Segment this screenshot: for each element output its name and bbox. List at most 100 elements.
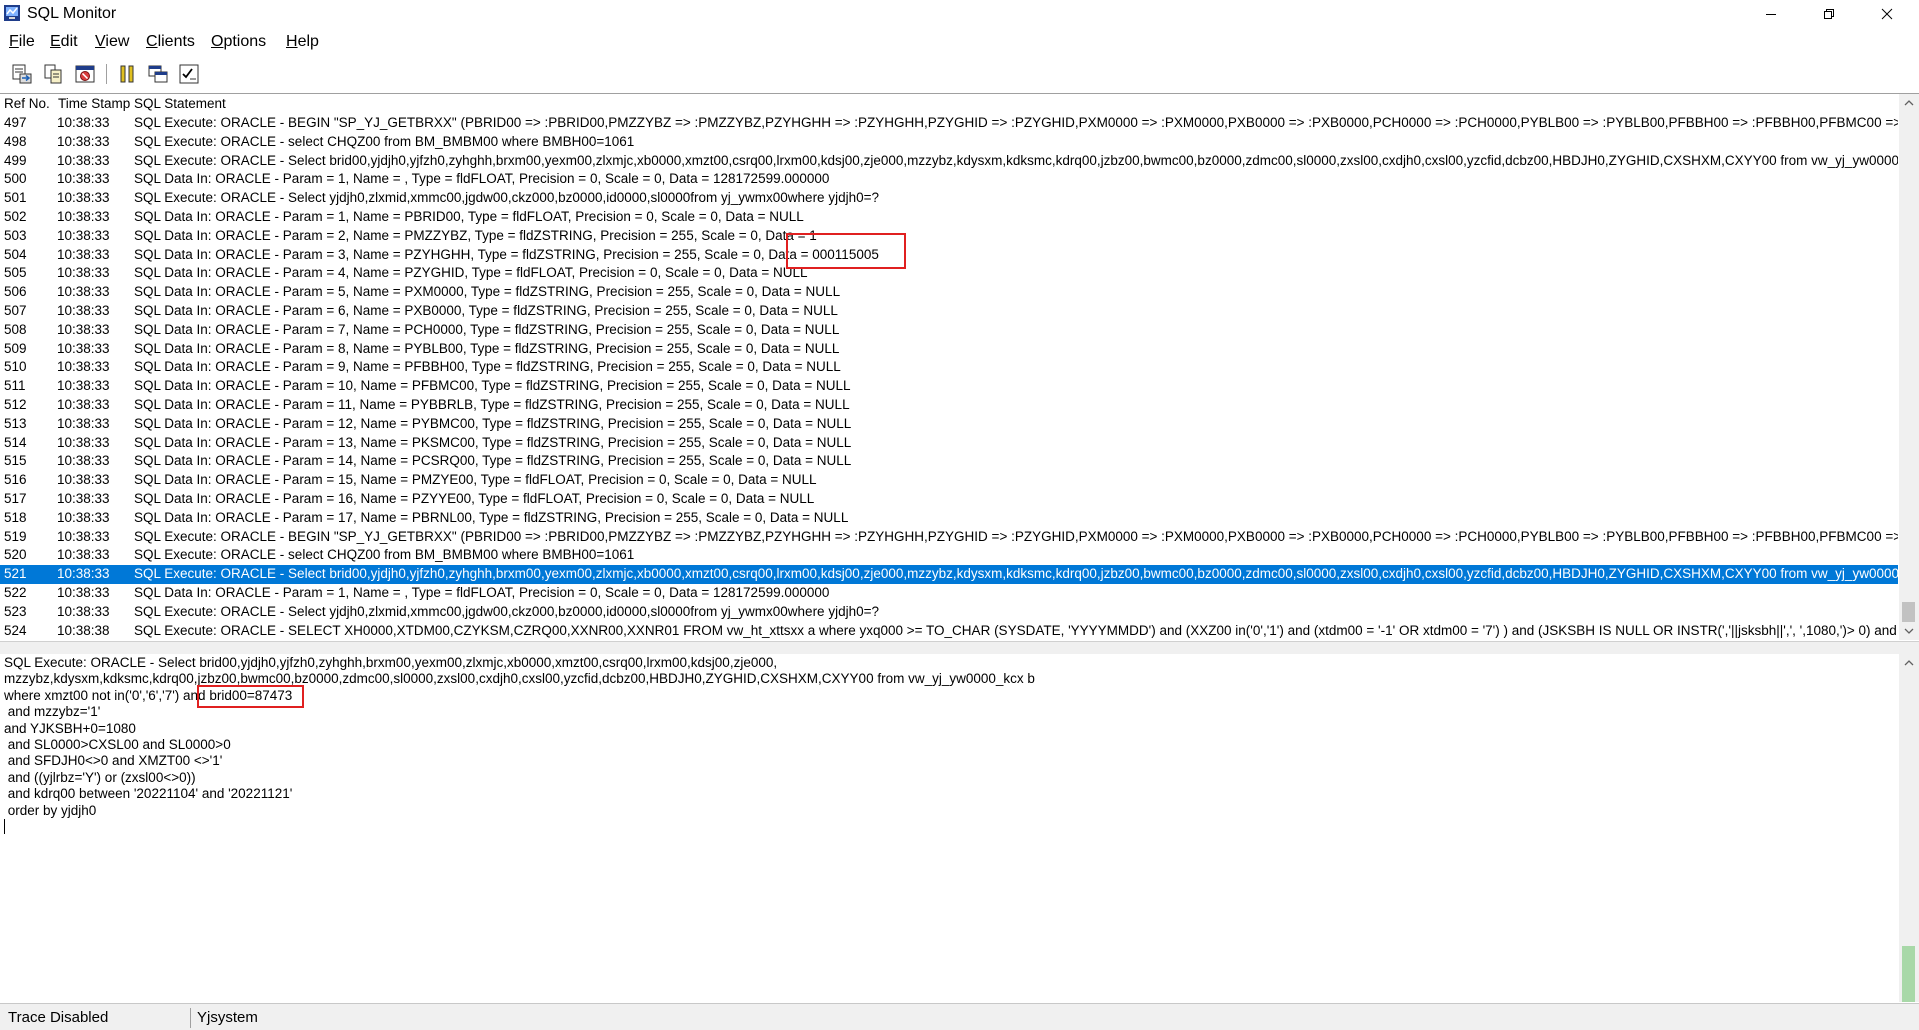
table-row[interactable]: 500 10:38:33 SQL Data In: ORACLE - Param =…: [0, 170, 1898, 189]
table-row[interactable]: 502 10:38:33 SQL Data In: ORACLE - Param =…: [0, 208, 1898, 227]
cell-stmt: SQL Data In: ORACLE - Param = 13, Name =…: [134, 434, 852, 450]
close-button[interactable]: [1858, 0, 1916, 28]
list-scrollbar[interactable]: [1899, 94, 1919, 640]
annotation-highlight-box: [786, 233, 906, 269]
table-row[interactable]: 509 10:38:33 SQL Data In: ORACLE - Param =…: [0, 340, 1898, 359]
table-row[interactable]: 498 10:38:33 SQL Execute: ORACLE - select …: [0, 133, 1898, 152]
table-row[interactable]: 508 10:38:33 SQL Data In: ORACLE - Param =…: [0, 321, 1898, 340]
cell-stmt: SQL Execute: ORACLE - Select brid00,yjdj…: [134, 566, 1898, 582]
table-row[interactable]: 522 10:38:33 SQL Data In: ORACLE - Param =…: [0, 584, 1898, 603]
cell-ref: 499: [4, 152, 27, 168]
cell-stmt: SQL Execute: ORACLE - BEGIN "SP_YJ_GETBR…: [134, 528, 1898, 544]
menu-file[interactable]: File: [9, 32, 35, 52]
cell-time: 10:38:33: [57, 359, 110, 375]
cell-ref: 513: [4, 415, 27, 431]
cell-ref: 520: [4, 547, 27, 563]
statement-list[interactable]: Ref No. Time Stamp SQL Statement 497 10:3…: [0, 93, 1919, 642]
table-row[interactable]: 512 10:38:33 SQL Data In: ORACLE - Param =…: [0, 396, 1898, 415]
cell-time: 10:38:33: [57, 547, 110, 563]
cell-ref: 505: [4, 265, 27, 281]
chevron-up-icon: [1904, 660, 1914, 666]
menu-help[interactable]: Help: [286, 32, 319, 52]
clear-log-button[interactable]: [72, 62, 98, 86]
cell-time: 10:38:33: [57, 528, 110, 544]
cell-time: 10:38:33: [57, 190, 110, 206]
cell-time: 10:38:33: [57, 246, 110, 262]
table-row[interactable]: 503 10:38:33 SQL Data In: ORACLE - Param =…: [0, 227, 1898, 246]
list-scroll-thumb[interactable]: [1902, 602, 1915, 622]
statement-detail-text[interactable]: SQL Execute: ORACLE - Select brid00,yjdj…: [4, 655, 1894, 835]
detail-scroll-thumb[interactable]: [1902, 946, 1915, 1002]
cell-time: 10:38:38: [57, 622, 110, 638]
cell-time: 10:38:33: [57, 584, 110, 600]
pause-button[interactable]: [114, 62, 140, 86]
detail-scroll-up-button[interactable]: [1899, 654, 1919, 672]
cell-stmt: SQL Data In: ORACLE - Param = 15, Name =…: [134, 472, 817, 488]
cell-time: 10:38:33: [57, 208, 110, 224]
client-status: Yjsystem: [190, 1008, 497, 1028]
cell-time: 10:38:33: [57, 434, 110, 450]
trace-status: Trace Disabled: [8, 1009, 109, 1026]
cascade-windows-button[interactable]: [145, 62, 171, 86]
copy-button[interactable]: [40, 62, 66, 86]
cell-stmt: SQL Data In: ORACLE - Param = 2, Name = …: [134, 227, 817, 243]
table-row[interactable]: 521 10:38:33 SQL Execute: ORACLE - Select …: [0, 565, 1898, 584]
minimize-icon: [1766, 14, 1776, 15]
detail-scrollbar[interactable]: [1899, 654, 1919, 1002]
cell-stmt: SQL Execute: ORACLE - Select yjdjh0,zlxm…: [134, 603, 879, 619]
minimize-button[interactable]: [1742, 0, 1800, 28]
cell-stmt: SQL Data In: ORACLE - Param = 16, Name =…: [134, 490, 815, 506]
table-row[interactable]: 513 10:38:33 SQL Data In: ORACLE - Param =…: [0, 415, 1898, 434]
cell-ref: 514: [4, 434, 27, 450]
table-row[interactable]: 518 10:38:33 SQL Data In: ORACLE - Param =…: [0, 509, 1898, 528]
table-row[interactable]: 497 10:38:33 SQL Execute: ORACLE - BEGIN "…: [0, 114, 1898, 133]
table-row[interactable]: 523 10:38:33 SQL Execute: ORACLE - Select …: [0, 603, 1898, 622]
cell-stmt: SQL Data In: ORACLE - Param = 3, Name = …: [134, 246, 879, 262]
table-row[interactable]: 524 10:38:38 SQL Execute: ORACLE - SELECT …: [0, 622, 1898, 640]
table-row[interactable]: 511 10:38:33 SQL Data In: ORACLE - Param =…: [0, 377, 1898, 396]
maximize-button[interactable]: [1800, 0, 1858, 28]
table-row[interactable]: 514 10:38:33 SQL Data In: ORACLE - Param =…: [0, 434, 1898, 453]
table-row[interactable]: 510 10:38:33 SQL Data In: ORACLE - Param =…: [0, 358, 1898, 377]
detail-line: and YJKSBH+0=1080: [4, 720, 136, 736]
table-row[interactable]: 515 10:38:33 SQL Data In: ORACLE - Param =…: [0, 452, 1898, 471]
close-icon: [1881, 8, 1893, 20]
cell-stmt: SQL Execute: ORACLE - Select brid00,yjdj…: [134, 152, 1898, 168]
menu-clients[interactable]: Clients: [146, 32, 195, 52]
detail-line: and SFDJH0<>0 and XMZT00 <>'1': [4, 753, 223, 769]
cell-time: 10:38:33: [57, 227, 110, 243]
save-log-button[interactable]: [9, 62, 35, 86]
menu-edit[interactable]: Edit: [50, 32, 78, 52]
table-row[interactable]: 506 10:38:33 SQL Data In: ORACLE - Param =…: [0, 283, 1898, 302]
save-log-icon: [12, 64, 32, 84]
table-row[interactable]: 516 10:38:33 SQL Data In: ORACLE - Param =…: [0, 471, 1898, 490]
copy-icon: [44, 64, 62, 84]
cell-time: 10:38:33: [57, 152, 110, 168]
cell-stmt: SQL Execute: ORACLE - select CHQZ00 from…: [134, 133, 635, 149]
column-header-time[interactable]: Time Stamp: [58, 94, 130, 113]
table-row[interactable]: 499 10:38:33 SQL Execute: ORACLE - Select …: [0, 152, 1898, 171]
scroll-down-button[interactable]: [1899, 622, 1919, 640]
table-row[interactable]: 507 10:38:33 SQL Data In: ORACLE - Param =…: [0, 302, 1898, 321]
menu-view[interactable]: View: [95, 32, 129, 52]
checklist-button[interactable]: [176, 62, 202, 86]
cell-stmt: SQL Data In: ORACLE - Param = 9, Name = …: [134, 359, 841, 375]
cell-stmt: SQL Data In: ORACLE - Param = 17, Name =…: [134, 509, 849, 525]
scroll-up-button[interactable]: [1899, 94, 1919, 112]
table-row[interactable]: 520 10:38:33 SQL Execute: ORACLE - select …: [0, 546, 1898, 565]
title-bar[interactable]: SQL Monitor: [0, 0, 1919, 28]
table-row[interactable]: 517 10:38:33 SQL Data In: ORACLE - Param =…: [0, 490, 1898, 509]
table-row[interactable]: 505 10:38:33 SQL Data In: ORACLE - Param =…: [0, 264, 1898, 283]
cell-ref: 502: [4, 208, 27, 224]
column-header-ref[interactable]: Ref No.: [4, 94, 50, 113]
cell-time: 10:38:33: [57, 284, 110, 300]
menu-options[interactable]: Options: [211, 32, 266, 52]
cell-ref: 498: [4, 133, 27, 149]
table-row[interactable]: 519 10:38:33 SQL Execute: ORACLE - BEGIN "…: [0, 528, 1898, 547]
toolbar-separator: [106, 64, 108, 84]
panel-splitter[interactable]: [0, 641, 1919, 655]
table-row[interactable]: 501 10:38:33 SQL Execute: ORACLE - Select …: [0, 189, 1898, 208]
cell-ref: 503: [4, 227, 27, 243]
column-header-statement[interactable]: SQL Statement: [134, 94, 226, 113]
table-row[interactable]: 504 10:38:33 SQL Data In: ORACLE - Param =…: [0, 246, 1898, 265]
